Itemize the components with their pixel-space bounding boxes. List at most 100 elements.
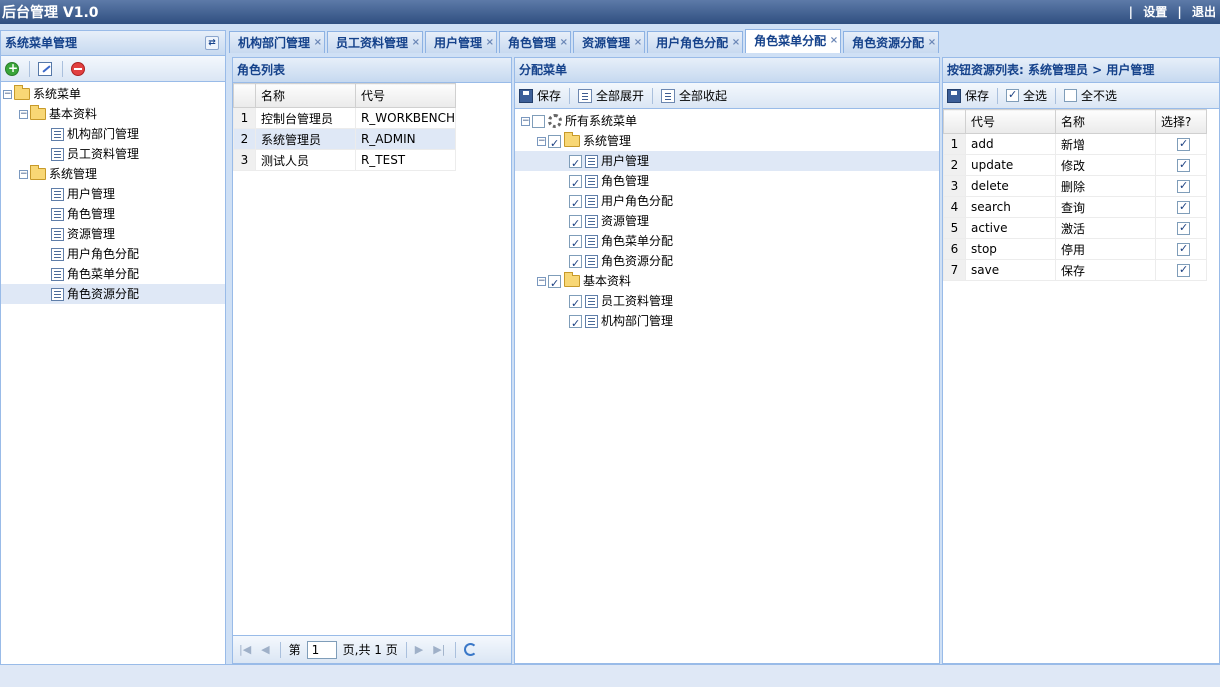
column-header[interactable]: 选择? <box>1155 109 1207 134</box>
tab[interactable]: 角色菜单分配 × <box>745 29 842 53</box>
tree-node[interactable]: 角色资源分配 <box>1 284 225 304</box>
table-row[interactable]: 2 update 修改 <box>943 154 1207 176</box>
tree-node[interactable]: 用户管理 <box>1 184 225 204</box>
tree-node[interactable]: − 基本资料 <box>515 271 939 294</box>
edit-icon[interactable] <box>38 61 52 76</box>
select-checkbox[interactable] <box>1177 137 1190 151</box>
tree-node[interactable]: 资源管理 <box>515 211 939 234</box>
node-checkbox[interactable] <box>569 194 582 214</box>
tree-node[interactable]: 机构部门管理 <box>1 124 225 144</box>
node-checkbox[interactable] <box>548 134 561 154</box>
next-page-icon[interactable]: ▶ <box>415 643 423 656</box>
tree-node[interactable]: − 所有系统菜单 <box>515 111 939 131</box>
select-checkbox[interactable] <box>1177 200 1190 214</box>
tab[interactable]: 用户管理 × <box>425 31 498 54</box>
node-checkbox[interactable] <box>569 314 582 334</box>
collapse-toggle-icon[interactable]: − <box>19 109 28 119</box>
tree-node[interactable]: 角色管理 <box>1 204 225 224</box>
tree-node[interactable]: − 系统管理 <box>515 131 939 154</box>
collapse-all-button[interactable]: 全部收起 <box>661 87 727 104</box>
save-button[interactable]: 保存 <box>519 87 561 104</box>
prev-page-icon[interactable]: ◀ <box>261 643 269 656</box>
node-checkbox[interactable] <box>569 294 582 314</box>
node-checkbox[interactable] <box>569 234 582 254</box>
table-row[interactable]: 3 delete 删除 <box>943 175 1207 197</box>
tree-node[interactable]: 员工资料管理 <box>1 144 225 164</box>
tree-node[interactable]: 资源管理 <box>1 224 225 244</box>
table-row[interactable]: 6 stop 停用 <box>943 238 1207 260</box>
table-row[interactable]: 1 add 新增 <box>943 133 1207 155</box>
close-icon[interactable]: × <box>634 32 642 54</box>
select-checkbox[interactable] <box>1177 158 1190 172</box>
tab[interactable]: 资源管理 × <box>573 31 646 54</box>
table-row[interactable]: 2 系统管理员 R_ADMIN <box>233 128 457 150</box>
close-icon[interactable]: × <box>412 32 420 54</box>
tree-node[interactable]: 机构部门管理 <box>515 311 939 334</box>
close-icon[interactable]: × <box>830 30 838 52</box>
tab[interactable]: 用户角色分配 × <box>647 31 744 54</box>
table-row[interactable]: 3 测试人员 R_TEST <box>233 149 457 171</box>
close-icon[interactable]: × <box>732 32 740 54</box>
node-checkbox[interactable] <box>569 174 582 194</box>
page-number-input[interactable] <box>306 640 337 659</box>
node-checkbox[interactable] <box>548 274 561 294</box>
role-code-cell: R_TEST <box>354 149 457 171</box>
select-checkbox[interactable] <box>1177 263 1190 277</box>
add-icon[interactable] <box>5 61 19 76</box>
select-all-button[interactable]: 全选 <box>1006 87 1047 104</box>
last-page-icon[interactable]: ▶| <box>433 643 445 656</box>
table-row[interactable]: 4 search 查询 <box>943 196 1207 218</box>
tree-node[interactable]: 角色资源分配 <box>515 251 939 274</box>
column-header[interactable]: 名称 <box>254 83 356 108</box>
collapse-toggle-icon[interactable]: − <box>537 276 546 286</box>
tree-node[interactable]: 用户角色分配 <box>1 244 225 264</box>
tree-node[interactable]: 用户角色分配 <box>515 191 939 214</box>
delete-icon[interactable] <box>71 61 85 76</box>
tab[interactable]: 员工资料管理 × <box>327 31 424 54</box>
logout-link[interactable]: 退出 <box>1192 5 1216 19</box>
select-none-button[interactable]: 全不选 <box>1064 87 1117 104</box>
tab[interactable]: 角色管理 × <box>499 31 572 54</box>
button-code-cell: active <box>965 217 1056 239</box>
tree-node[interactable]: 用户管理 <box>515 151 939 174</box>
column-header[interactable]: 代号 <box>354 83 457 108</box>
collapse-toggle-icon[interactable]: − <box>3 89 12 99</box>
node-checkbox[interactable] <box>569 214 582 234</box>
node-checkbox[interactable] <box>569 254 582 274</box>
first-page-icon[interactable]: |◀ <box>239 643 251 656</box>
close-icon[interactable]: × <box>928 32 936 54</box>
tab[interactable]: 角色资源分配 × <box>843 31 940 54</box>
tree-node[interactable]: − 系统管理 <box>1 164 225 184</box>
tree-node[interactable]: − 基本资料 <box>1 104 225 124</box>
expand-all-button[interactable]: 全部展开 <box>578 87 644 104</box>
column-header[interactable]: 名称 <box>1055 109 1156 134</box>
close-icon[interactable]: × <box>486 32 494 54</box>
select-checkbox[interactable] <box>1177 221 1190 235</box>
table-row[interactable]: 7 save 保存 <box>943 259 1207 281</box>
page-label: 第 <box>288 643 301 657</box>
settings-link[interactable]: 设置 <box>1143 5 1167 19</box>
collapse-toggle-icon[interactable]: − <box>521 116 530 126</box>
tree-node[interactable]: − 系统菜单 <box>1 84 225 104</box>
close-icon[interactable]: × <box>314 32 322 54</box>
table-row[interactable]: 1 控制台管理员 R_WORKBENCH <box>233 107 457 129</box>
refresh-icon[interactable] <box>464 643 478 656</box>
column-header[interactable]: 代号 <box>965 109 1056 134</box>
tab[interactable]: 机构部门管理 × <box>229 31 326 54</box>
node-checkbox[interactable] <box>569 154 582 174</box>
tree-node-label: 员工资料管理 <box>601 294 674 308</box>
button-code-cell: save <box>965 259 1056 281</box>
tree-node[interactable]: 角色管理 <box>515 171 939 194</box>
node-checkbox[interactable] <box>532 114 545 128</box>
tree-node[interactable]: 角色菜单分配 <box>1 264 225 284</box>
collapse-toggle-icon[interactable]: − <box>19 169 28 179</box>
select-checkbox[interactable] <box>1177 179 1190 193</box>
tree-node[interactable]: 员工资料管理 <box>515 291 939 314</box>
collapse-toggle-icon[interactable]: − <box>537 136 546 146</box>
table-row[interactable]: 5 active 激活 <box>943 217 1207 239</box>
tree-node[interactable]: 角色菜单分配 <box>515 231 939 254</box>
refresh-tool-icon[interactable]: ⇄ <box>205 36 219 50</box>
select-checkbox[interactable] <box>1177 242 1190 256</box>
save-button[interactable]: 保存 <box>947 87 989 104</box>
close-icon[interactable]: × <box>560 32 568 54</box>
